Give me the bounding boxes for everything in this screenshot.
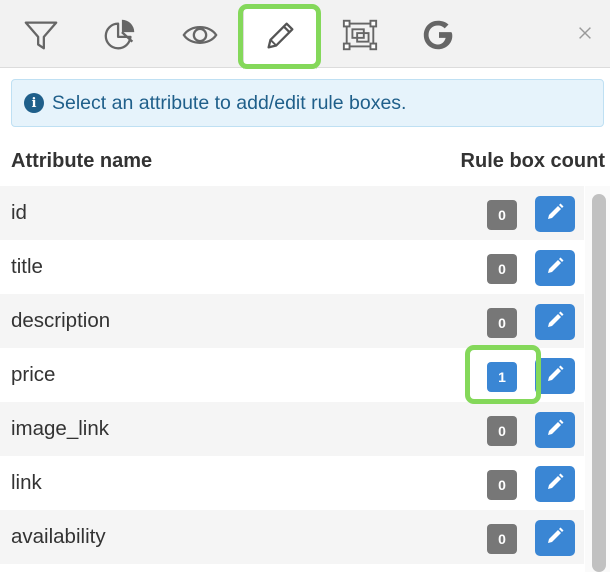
header-attribute-name: Attribute name [11,150,153,172]
scrollbar-thumb[interactable] [592,194,606,572]
rule-count-badge: 0 [487,200,517,230]
pencil-icon [545,256,565,281]
filter-icon [22,16,60,59]
edit-button[interactable] [535,358,575,394]
rule-count-badge: 1 [487,362,517,392]
table-header: Attribute name Rule box count [11,147,605,177]
attribute-name: price [11,363,56,386]
edit-button[interactable] [535,250,575,286]
pencil-icon [545,364,565,389]
attribute-name: availability [11,525,106,548]
table-row[interactable]: description 0 [0,294,584,348]
rule-count-badge: 0 [487,254,517,284]
close-icon [576,24,594,47]
attribute-name: link [11,471,42,494]
bounding-box-icon [341,16,379,59]
tab-pie-chart[interactable] [83,6,157,68]
attribute-name: id [11,201,27,224]
info-icon: i [24,93,44,113]
info-banner: i Select an attribute to add/edit rule b… [11,79,604,127]
edit-button[interactable] [535,304,575,340]
tab-eye[interactable] [163,6,237,68]
rule-count-badge: 0 [487,308,517,338]
table-row[interactable]: availability 0 [0,510,584,564]
rule-count-badge: 0 [487,524,517,554]
rule-count-badge: 0 [487,470,517,500]
pencil-icon [261,17,299,60]
attribute-name: description [11,309,111,332]
attribute-name: image_link [11,417,109,440]
attribute-list: id 0 title 0 description 0 price 1 image… [0,186,584,564]
edit-button[interactable] [535,412,575,448]
table-row[interactable]: link 0 [0,456,584,510]
tab-filter[interactable] [4,6,78,68]
edit-button[interactable] [535,466,575,502]
tab-bounding-box[interactable] [323,6,397,68]
table-row[interactable]: id 0 [0,186,584,240]
pencil-icon [545,526,565,551]
attribute-name: title [11,255,43,278]
rule-count-badge: 0 [487,416,517,446]
eye-icon [181,16,219,59]
table-row[interactable]: title 0 [0,240,584,294]
edit-button[interactable] [535,196,575,232]
pencil-icon [545,418,565,443]
tab-edit[interactable] [243,6,317,69]
pencil-icon [545,310,565,335]
google-icon [420,16,458,59]
pie-chart-icon [101,16,139,59]
pencil-icon [545,202,565,227]
scrollbar[interactable] [585,186,610,572]
table-row[interactable]: image_link 0 [0,402,584,456]
info-text: Select an attribute to add/edit rule box… [52,91,407,114]
close-button[interactable] [570,20,600,50]
toolbar [0,0,610,69]
tab-google[interactable] [402,6,476,68]
edit-button[interactable] [535,520,575,556]
table-row[interactable]: price 1 [0,348,584,402]
pencil-icon [545,472,565,497]
header-rule-box-count: Rule box count [460,150,605,172]
